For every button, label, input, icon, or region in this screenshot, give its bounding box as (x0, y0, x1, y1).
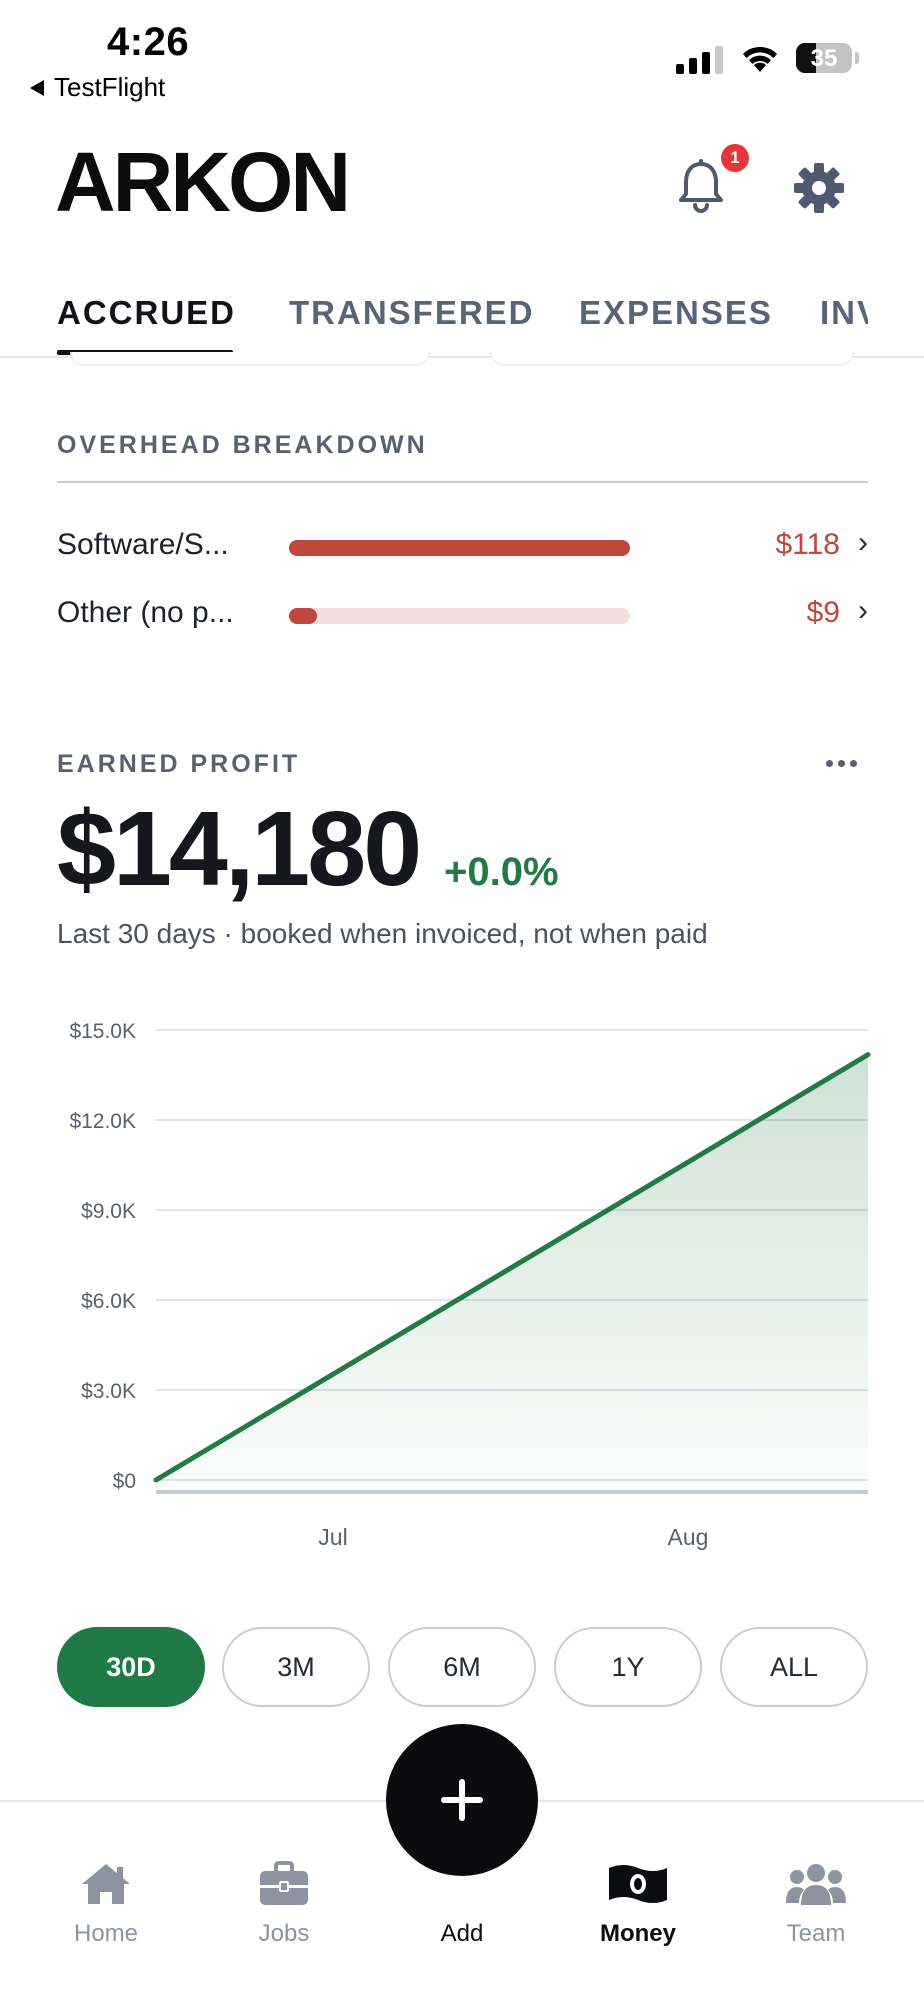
overhead-breakdown-title: OVERHEAD BREAKDOWN (57, 431, 428, 459)
gear-icon (794, 163, 844, 213)
notifications-button[interactable] (676, 158, 726, 214)
range-6m-button[interactable]: 6M (388, 1627, 536, 1707)
back-to-testflight-link[interactable]: TestFlight (30, 72, 165, 103)
chart-y-tick-label: $3.0K (81, 1380, 136, 1403)
nav-add-label: Add (440, 1920, 484, 1947)
scrolled-card-edge (490, 352, 854, 366)
battery-tip (855, 52, 859, 64)
profit-subtitle: Last 30 days · booked when invoiced, not… (57, 918, 708, 949)
wifi-icon (743, 46, 777, 72)
nav-home[interactable]: Home (41, 1858, 171, 1948)
overhead-bar-track (289, 540, 630, 556)
tab-expenses[interactable]: EXPENSES (579, 294, 773, 332)
overhead-item-name: Other (no p... (57, 596, 234, 629)
briefcase-icon (260, 1861, 308, 1905)
section-divider (57, 481, 868, 483)
battery-percent: 35 (810, 45, 838, 72)
nav-home-label: Home (73, 1920, 139, 1947)
profit-change-percent: +0.0% (444, 850, 559, 894)
chart-y-tick-label: $15.0K (69, 1020, 136, 1043)
overhead-item-value: $118 (775, 528, 840, 561)
app-logo: ARKON (55, 135, 351, 229)
bell-icon (679, 159, 723, 213)
chevron-right-icon: › (858, 526, 868, 559)
range-all-button[interactable]: ALL (720, 1627, 868, 1707)
overhead-item-name: Software/S... (57, 528, 229, 561)
range-3m-button[interactable]: 3M (222, 1627, 370, 1707)
overhead-row-other[interactable]: Other (no p... $9 › (57, 592, 868, 636)
earned-profit-amount: $14,180 (57, 790, 422, 908)
back-app-label: TestFlight (54, 72, 166, 102)
earned-profit-title: EARNED PROFIT (57, 750, 301, 778)
settings-button[interactable] (793, 162, 845, 214)
scrolled-card-edge (70, 352, 430, 366)
nav-money[interactable]: Money (573, 1858, 703, 1948)
nav-team[interactable]: Team (751, 1858, 881, 1948)
chart-svg: $15.0K $12.0K $9.0K $6.0K $3.0K $0 Jul Aug (69, 1020, 871, 1550)
more-options-icon[interactable] (826, 760, 857, 767)
plus-icon (441, 1779, 483, 1821)
earned-profit-chart: $15.0K $12.0K $9.0K $6.0K $3.0K $0 Jul Aug (0, 1000, 924, 1570)
status-time: 4:26 (107, 20, 190, 64)
money-icon (609, 1865, 667, 1903)
tab-overflow-fade (868, 280, 924, 356)
notification-count-badge: 1 (718, 141, 752, 175)
nav-jobs-label: Jobs (258, 1920, 310, 1947)
overhead-bar-fill (289, 540, 630, 556)
overhead-bar-fill (289, 608, 317, 624)
overhead-bar-track (289, 608, 630, 624)
chevron-right-icon: › (858, 594, 868, 627)
overhead-item-value: $9 (806, 596, 840, 629)
add-button[interactable] (386, 1724, 538, 1876)
money-tabs: ACCRUED TRANSFERED EXPENSES INV (0, 280, 924, 358)
team-icon (786, 1864, 846, 1905)
tab-transfered[interactable]: TRANSFERED (289, 294, 535, 332)
battery-icon: 35 (796, 43, 852, 73)
tab-accrued[interactable]: ACCRUED (57, 294, 236, 332)
nav-money-label: Money (599, 1920, 676, 1947)
chart-y-tick-label: $6.0K (81, 1290, 136, 1313)
status-bar: 4:26 TestFlight 35 (0, 0, 924, 110)
back-arrow-icon (30, 79, 44, 96)
cellular-signal-icon (676, 46, 723, 74)
chart-x-tick-label: Aug (668, 1524, 709, 1550)
range-1y-button[interactable]: 1Y (554, 1627, 702, 1707)
overhead-row-software[interactable]: Software/S... $118 › (57, 524, 868, 568)
time-range-selector: 30D 3M 6M 1Y ALL (57, 1627, 868, 1707)
range-30d-button[interactable]: 30D (57, 1627, 205, 1707)
home-icon (82, 1864, 130, 1904)
nav-jobs[interactable]: Jobs (219, 1858, 349, 1948)
chart-x-tick-label: Jul (318, 1524, 347, 1550)
nav-team-label: Team (786, 1920, 846, 1947)
chart-y-tick-label: $12.0K (69, 1110, 136, 1133)
chart-y-tick-label: $0 (113, 1470, 136, 1493)
chart-y-tick-label: $9.0K (81, 1200, 136, 1223)
